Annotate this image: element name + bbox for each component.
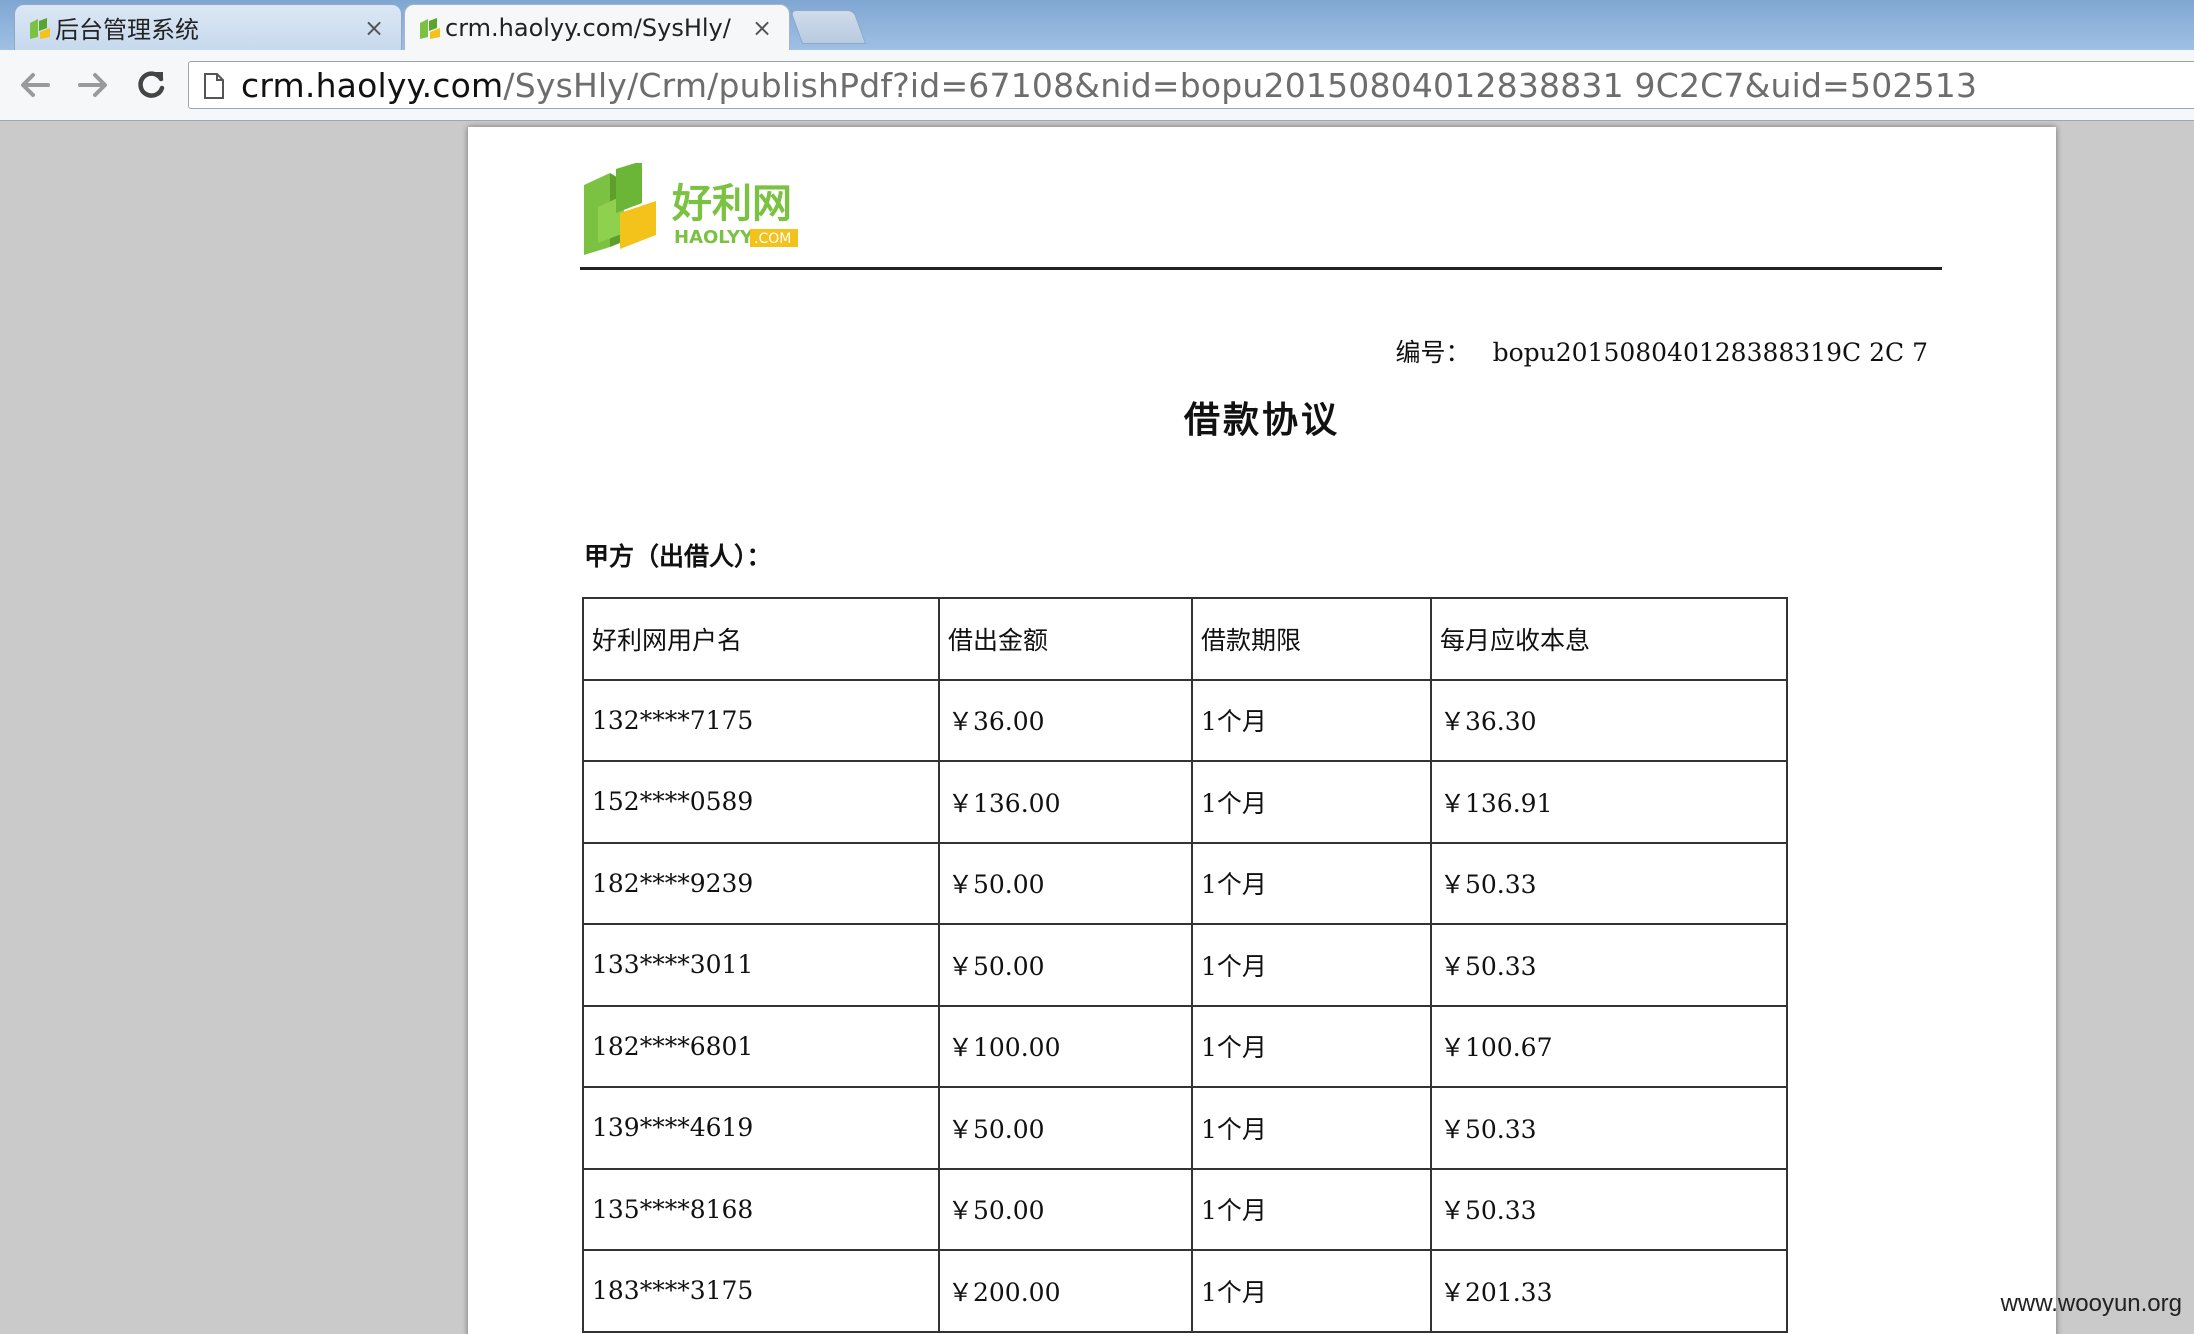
cell-username: 139****4619 (582, 1086, 940, 1170)
table-row: 133****3011 ￥50.00 1个月 ￥50.33 (582, 923, 1788, 1007)
tab-title: 后台管理系统 (55, 16, 199, 44)
cell-term: 1个月 (1191, 760, 1432, 844)
haolyy-logo: 好利网 HAOLYY .COM (584, 163, 798, 255)
cell-username: 152****0589 (582, 760, 940, 844)
header-monthly-repayment: 每月应收本息 (1430, 597, 1788, 681)
header-divider (580, 267, 1942, 270)
cell-term: 1个月 (1191, 841, 1432, 925)
header-amount: 借出金额 (938, 597, 1193, 681)
new-tab-button[interactable] (789, 10, 867, 44)
lender-table: 好利网用户名 借出金额 借款期限 每月应收本息 132****7175 ￥36.0… (582, 597, 1788, 1333)
cell-monthly-repayment: ￥136.91 (1430, 760, 1788, 844)
cell-username: 133****3011 (582, 923, 940, 1007)
address-bar[interactable]: crm.haolyy.com/SysHly/Crm/publishPdf?id=… (188, 61, 2194, 109)
logo-domain: .COM (754, 231, 791, 247)
document-number-value: bopu201508040128388319C 2C 7 (1492, 338, 1928, 367)
cell-amount: ￥136.00 (938, 760, 1193, 844)
cell-username: 182****9239 (582, 841, 940, 925)
cell-monthly-repayment: ￥201.33 (1430, 1249, 1788, 1333)
cell-amount: ￥36.00 (938, 678, 1193, 762)
table-row: 183****3175 ￥200.00 1个月 ￥201.33 (582, 1249, 1788, 1333)
page-icon (204, 73, 224, 99)
table-row: 139****4619 ￥50.00 1个月 ￥50.33 (582, 1086, 1788, 1170)
favicon-icon (420, 18, 440, 39)
cell-monthly-repayment: ￥36.30 (1430, 678, 1788, 762)
browser-toolbar: crm.haolyy.com/SysHly/Crm/publishPdf?id=… (0, 50, 2194, 121)
header-username: 好利网用户名 (582, 597, 940, 681)
reload-icon (138, 71, 165, 98)
cell-monthly-repayment: ￥100.67 (1430, 1004, 1788, 1088)
tab-title: crm.haolyy.com/SysHly/ (445, 14, 731, 42)
cell-amount: ￥50.00 (938, 923, 1193, 1007)
logo-brand-en: HAOLYY (674, 227, 754, 248)
cell-monthly-repayment: ￥50.33 (1430, 923, 1788, 1007)
cell-term: 1个月 (1191, 1086, 1432, 1170)
cell-username: 135****8168 (582, 1167, 940, 1251)
close-icon[interactable]: × (361, 14, 387, 42)
watermark: www.wooyun.org (2000, 1290, 2182, 1317)
reload-button[interactable] (126, 60, 176, 110)
cell-amount: ￥200.00 (938, 1249, 1193, 1333)
cell-amount: ￥50.00 (938, 1167, 1193, 1251)
url-host: crm.haolyy.com (241, 65, 504, 105)
cell-term: 1个月 (1191, 1167, 1432, 1251)
cell-username: 182****6801 (582, 1004, 940, 1088)
cell-monthly-repayment: ￥50.33 (1430, 841, 1788, 925)
party-a-label: 甲方（出借人）： (584, 542, 772, 571)
url-text: crm.haolyy.com/SysHly/Crm/publishPdf?id=… (241, 66, 1977, 105)
forward-arrow-icon (78, 73, 107, 97)
cell-term: 1个月 (1191, 1004, 1432, 1088)
pdf-viewport[interactable]: 好利网 HAOLYY .COM 编号： bopu20150804012838831… (0, 121, 2194, 1334)
table-row: 152****0589 ￥136.00 1个月 ￥136.91 (582, 760, 1788, 844)
cell-username: 183****3175 (582, 1249, 940, 1333)
cell-amount: ￥50.00 (938, 841, 1193, 925)
back-arrow-icon (21, 73, 50, 97)
close-icon[interactable]: × (749, 14, 775, 42)
table-header-row: 好利网用户名 借出金额 借款期限 每月应收本息 (582, 597, 1788, 681)
cell-amount: ￥100.00 (938, 1004, 1193, 1088)
header-term: 借款期限 (1191, 597, 1432, 681)
cell-term: 1个月 (1191, 1249, 1432, 1333)
document-number: 编号： bopu201508040128388319C 2C 7 (1396, 333, 1928, 369)
tab-publish-pdf[interactable]: crm.haolyy.com/SysHly/ × (404, 4, 790, 51)
document-number-label: 编号： (1395, 338, 1471, 367)
url-path: /SysHly/Crm/publishPdf?id=67108&nid=bopu… (503, 65, 1978, 105)
favicon-icon (30, 18, 50, 39)
table-row: 182****6801 ￥100.00 1个月 ￥100.67 (582, 1004, 1788, 1088)
cell-amount: ￥50.00 (938, 1086, 1193, 1170)
pdf-page: 好利网 HAOLYY .COM 编号： bopu20150804012838831… (468, 127, 2056, 1334)
table-row: 132****7175 ￥36.00 1个月 ￥36.30 (582, 678, 1788, 762)
tab-admin[interactable]: 后台管理系统 × (14, 4, 402, 50)
cell-term: 1个月 (1191, 923, 1432, 1007)
forward-button[interactable] (68, 60, 118, 110)
table-row: 135****8168 ￥50.00 1个月 ￥50.33 (582, 1167, 1788, 1251)
back-button[interactable] (10, 60, 60, 110)
cell-term: 1个月 (1191, 678, 1432, 762)
cell-monthly-repayment: ￥50.33 (1430, 1167, 1788, 1251)
cell-username: 132****7175 (582, 678, 940, 762)
logo-brand-cn: 好利网 (671, 181, 792, 227)
tab-strip: 后台管理系统 × crm.haolyy.com/SysHly/ × (0, 0, 2194, 51)
document-title: 借款协议 (1183, 399, 1340, 441)
table-row: 182****9239 ￥50.00 1个月 ￥50.33 (582, 841, 1788, 925)
cell-monthly-repayment: ￥50.33 (1430, 1086, 1788, 1170)
